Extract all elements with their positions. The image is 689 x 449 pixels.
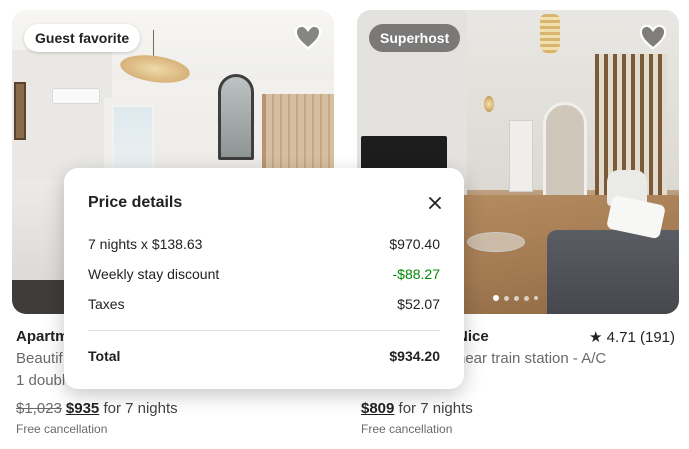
free-cancellation-label: Free cancellation bbox=[361, 422, 453, 436]
discounted-price[interactable]: $935 bbox=[66, 400, 99, 417]
close-icon bbox=[429, 197, 441, 209]
price-row-discount: Weekly stay discount -$88.27 bbox=[88, 266, 440, 286]
photo-bulb bbox=[484, 96, 494, 112]
photo-chandelier bbox=[540, 14, 560, 54]
total-amount: $934.20 bbox=[389, 348, 440, 364]
carousel-dot[interactable] bbox=[524, 295, 529, 301]
photo-archway bbox=[543, 102, 587, 202]
carousel-dot[interactable] bbox=[514, 295, 519, 301]
heart-icon[interactable] bbox=[294, 24, 322, 50]
price-line[interactable]: $1,023 $935 for 7 nights bbox=[16, 400, 178, 417]
original-price: $1,023 bbox=[16, 400, 62, 417]
divider bbox=[88, 330, 440, 331]
price-row-amount: $970.40 bbox=[389, 236, 440, 252]
price-duration: for 7 nights bbox=[103, 400, 178, 417]
price-total-row: Total $934.20 bbox=[88, 348, 440, 368]
close-button[interactable] bbox=[426, 194, 444, 212]
total-label: Total bbox=[88, 348, 121, 364]
photo-glass-table bbox=[467, 232, 525, 252]
superhost-badge: Superhost bbox=[369, 24, 461, 52]
price-line[interactable]: $809 for 7 nights bbox=[361, 400, 473, 417]
photo-air-conditioner bbox=[52, 88, 100, 104]
price-row-nights: 7 nights x $138.63 $970.40 bbox=[88, 236, 440, 256]
carousel-dot[interactable] bbox=[504, 295, 509, 301]
listing-subtitle: Beautif bbox=[16, 350, 63, 367]
photo-picture-frame bbox=[14, 82, 26, 140]
price-details-popover: Price details 7 nights x $138.63 $970.40… bbox=[64, 168, 464, 389]
photo-door bbox=[509, 120, 533, 192]
heart-outline-icon bbox=[294, 24, 322, 50]
heart-outline-icon bbox=[639, 24, 667, 50]
guest-favorite-badge: Guest favorite bbox=[24, 24, 141, 52]
price-row-taxes: Taxes $52.07 bbox=[88, 296, 440, 316]
rating: ★ 4.71 (191) bbox=[589, 329, 675, 346]
carousel-dot[interactable] bbox=[493, 295, 499, 301]
price-row-label: Taxes bbox=[88, 296, 125, 312]
price-details-title: Price details bbox=[88, 194, 183, 211]
price-row-label: 7 nights x $138.63 bbox=[88, 236, 203, 252]
carousel-dots[interactable] bbox=[493, 294, 538, 302]
listing-bed-info: 1 doubl bbox=[16, 372, 66, 389]
free-cancellation-label: Free cancellation bbox=[16, 422, 108, 436]
photo-arch-mirror bbox=[218, 74, 254, 160]
listing-title: Apartm bbox=[16, 328, 69, 345]
listing-subtitle: near train station - A/C bbox=[457, 350, 607, 367]
carousel-dot[interactable] bbox=[534, 296, 538, 300]
photo-sofa bbox=[547, 230, 679, 314]
price-duration: for 7 nights bbox=[398, 400, 473, 417]
price-row-amount: -$88.27 bbox=[392, 266, 440, 282]
price-row-label: Weekly stay discount bbox=[88, 266, 220, 282]
price[interactable]: $809 bbox=[361, 400, 394, 417]
heart-icon[interactable] bbox=[639, 24, 667, 50]
price-row-amount: $52.07 bbox=[397, 296, 440, 312]
